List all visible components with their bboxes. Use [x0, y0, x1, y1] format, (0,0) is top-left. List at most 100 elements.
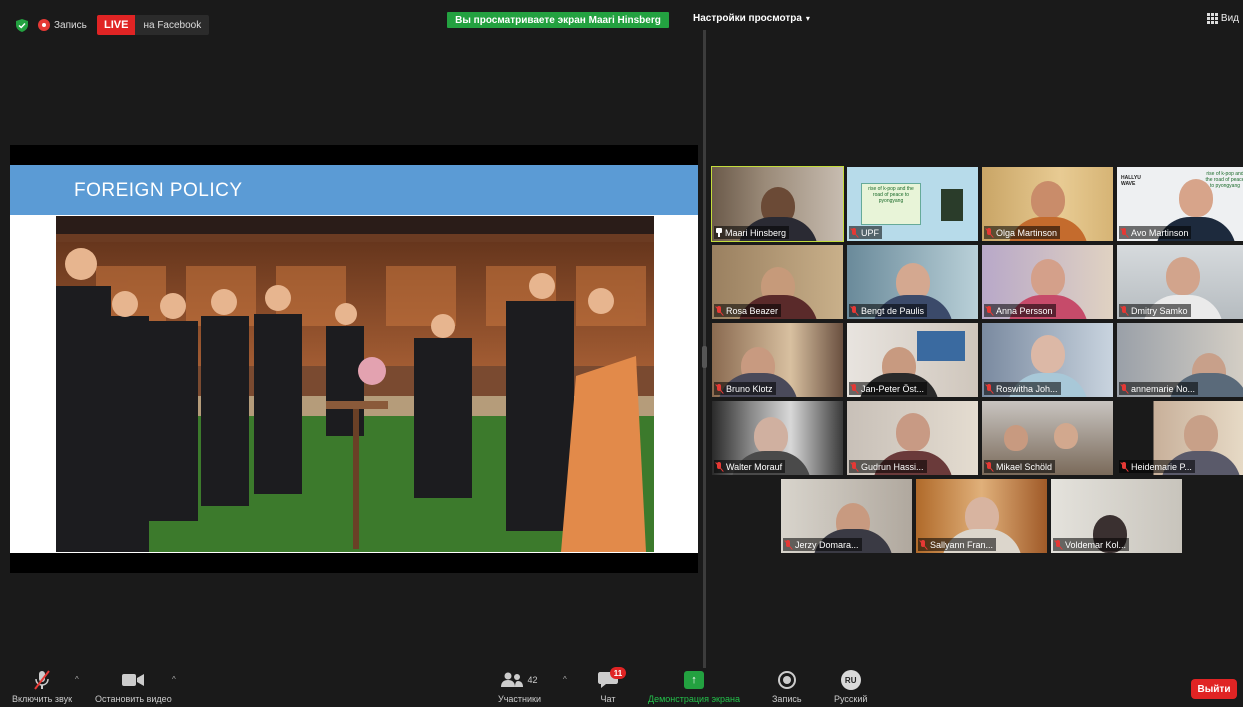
- participant-tile[interactable]: Dmitry Samko: [1117, 245, 1243, 319]
- participants-count: 42: [527, 675, 538, 685]
- mic-muted-icon: [850, 305, 859, 316]
- screen-share-banner: Вы просматриваете экран Maari Hinsberg: [447, 12, 669, 28]
- chat-button[interactable]: 11 Чат: [598, 667, 626, 704]
- mic-muted-icon: [850, 461, 859, 472]
- participant-name-label: Rosa Beazer: [714, 304, 782, 317]
- participant-tile[interactable]: rise of k-pop and the road of peace to p…: [847, 167, 978, 241]
- participant-name-label: Maari Hinsberg: [714, 226, 790, 239]
- chat-label: Чат: [600, 694, 616, 704]
- view-button-label: Вид: [1220, 13, 1239, 24]
- language-globe-icon: RU: [840, 670, 861, 690]
- participant-name-label: Gudrun Hassi...: [849, 460, 927, 473]
- participants-options-chevron-icon[interactable]: ^: [563, 675, 567, 684]
- participant-name-label: Walter Morauf: [714, 460, 786, 473]
- participant-name-label: Bengt de Paulis: [849, 304, 928, 317]
- mic-muted-icon: [715, 383, 724, 394]
- participant-tile[interactable]: Heidemarie P...: [1117, 401, 1243, 475]
- mic-muted-icon: [1054, 539, 1063, 550]
- recording-indicator[interactable]: Запись: [38, 15, 87, 35]
- meeting-toolbar: Включить звук ^ Остановить видео ^ 42 Уч…: [0, 667, 1243, 707]
- participant-tile[interactable]: Gudrun Hassi...: [847, 401, 978, 475]
- record-icon: [777, 671, 796, 689]
- mic-muted-icon: [850, 227, 859, 238]
- participant-name-label: Mikael Schöld: [984, 460, 1056, 473]
- participant-name-label: Heidemarie P...: [1119, 460, 1195, 473]
- splitter-handle[interactable]: [702, 346, 707, 368]
- stop-video-label: Остановить видео: [95, 694, 172, 704]
- participant-tile[interactable]: Anna Persson: [982, 245, 1113, 319]
- participant-name-label: Olga Martinson: [984, 226, 1061, 239]
- language-button[interactable]: RU Русский: [834, 670, 867, 704]
- mic-muted-icon: [34, 670, 50, 690]
- video-camera-icon: [122, 674, 145, 686]
- participant-tile[interactable]: Voldemar Kol...: [1051, 479, 1182, 553]
- live-platform-label: на Facebook: [135, 15, 210, 35]
- record-label: Запись: [772, 694, 802, 704]
- mic-muted-icon: [1120, 383, 1129, 394]
- live-label: LIVE: [97, 15, 136, 35]
- top-bar: Запись LIVE на Facebook Вы просматривает…: [0, 12, 1243, 38]
- leave-meeting-button[interactable]: Выйти: [1191, 679, 1237, 699]
- slide-photo: [56, 216, 654, 552]
- mic-muted-icon: [715, 305, 724, 316]
- participant-tile[interactable]: Jerzy Domara...: [781, 479, 912, 553]
- mic-muted-icon: [919, 539, 928, 550]
- audio-options-chevron-icon[interactable]: ^: [75, 675, 79, 684]
- participant-tile[interactable]: Bengt de Paulis: [847, 245, 978, 319]
- participants-label: Участники: [498, 694, 541, 704]
- participant-name-label: Bruno Klotz: [714, 382, 776, 395]
- pin-icon: [715, 228, 723, 237]
- participant-tile[interactable]: Roswitha Joh...: [982, 323, 1113, 397]
- participant-tile[interactable]: Mikael Schöld: [982, 401, 1113, 475]
- participant-tile[interactable]: Olga Martinson: [982, 167, 1113, 241]
- slide-title: FOREIGN POLICY: [74, 180, 243, 201]
- participant-tile[interactable]: HALLYU WAVE rise of k-pop and the road o…: [1117, 167, 1243, 241]
- share-screen-button[interactable]: ↑ Демонстрация экрана: [648, 670, 740, 704]
- participant-tile[interactable]: Jan-Peter Öst...: [847, 323, 978, 397]
- avo-slide-caption: rise of k-pop and the road of peace to p…: [1205, 171, 1243, 189]
- participant-name-label: Jan-Peter Öst...: [849, 382, 928, 395]
- unmute-button[interactable]: Включить звук: [12, 670, 72, 704]
- participant-name-label: Sallyann Fran...: [918, 538, 997, 551]
- participant-tile[interactable]: Sallyann Fran...: [916, 479, 1047, 553]
- participant-name-label: Voldemar Kol...: [1053, 538, 1130, 551]
- view-settings-dropdown[interactable]: Настройки просмотра ▾: [693, 13, 810, 24]
- slide-header-bar: FOREIGN POLICY: [10, 165, 698, 215]
- record-button[interactable]: Запись: [772, 670, 802, 704]
- participant-tile[interactable]: Walter Morauf: [712, 401, 843, 475]
- mic-muted-icon: [784, 539, 793, 550]
- mic-muted-icon: [1120, 461, 1129, 472]
- participant-name-label: UPF: [849, 226, 882, 239]
- participant-tile[interactable]: Rosa Beazer: [712, 245, 843, 319]
- zoom-meeting-window: Запись LIVE на Facebook Вы просматривает…: [0, 0, 1243, 707]
- share-screen-arrow-icon: ↑: [683, 671, 704, 689]
- participant-tile[interactable]: annemarie No...: [1117, 323, 1243, 397]
- participant-tile[interactable]: Bruno Klotz: [712, 323, 843, 397]
- participant-name-label: Jerzy Domara...: [783, 538, 862, 551]
- participant-name-label: Avo Martinson: [1119, 226, 1192, 239]
- participant-name-label: Anna Persson: [984, 304, 1056, 317]
- upf-slide-thumbnail: rise of k-pop and the road of peace to p…: [861, 183, 921, 225]
- mic-muted-icon: [715, 461, 724, 472]
- view-button[interactable]: Вид: [1206, 13, 1239, 24]
- mic-muted-icon: [985, 383, 994, 394]
- live-stream-badge[interactable]: LIVE на Facebook: [97, 15, 210, 35]
- language-label: Русский: [834, 694, 868, 704]
- shared-screen: FOREIGN POLICY: [10, 145, 698, 573]
- group-photo-image: [56, 216, 654, 552]
- view-settings-label: Настройки просмотра: [693, 13, 802, 24]
- participant-tile[interactable]: Maari Hinsberg: [711, 166, 844, 242]
- mic-muted-icon: [985, 305, 994, 316]
- participants-button[interactable]: 42 Участники: [498, 670, 541, 704]
- security-shield-icon[interactable]: [16, 19, 28, 32]
- hallyu-wave-logo: HALLYU WAVE: [1121, 175, 1141, 187]
- grid-view-icon: [1206, 13, 1218, 24]
- participants-icon: [501, 672, 524, 687]
- participant-name-label: Dmitry Samko: [1119, 304, 1191, 317]
- recording-label: Запись: [54, 19, 87, 31]
- participant-name-label: Roswitha Joh...: [984, 382, 1061, 395]
- unmute-label: Включить звук: [12, 694, 73, 704]
- video-options-chevron-icon[interactable]: ^: [172, 675, 176, 684]
- stop-video-button[interactable]: Остановить видео: [95, 670, 172, 704]
- presentation-slide: FOREIGN POLICY: [10, 165, 698, 553]
